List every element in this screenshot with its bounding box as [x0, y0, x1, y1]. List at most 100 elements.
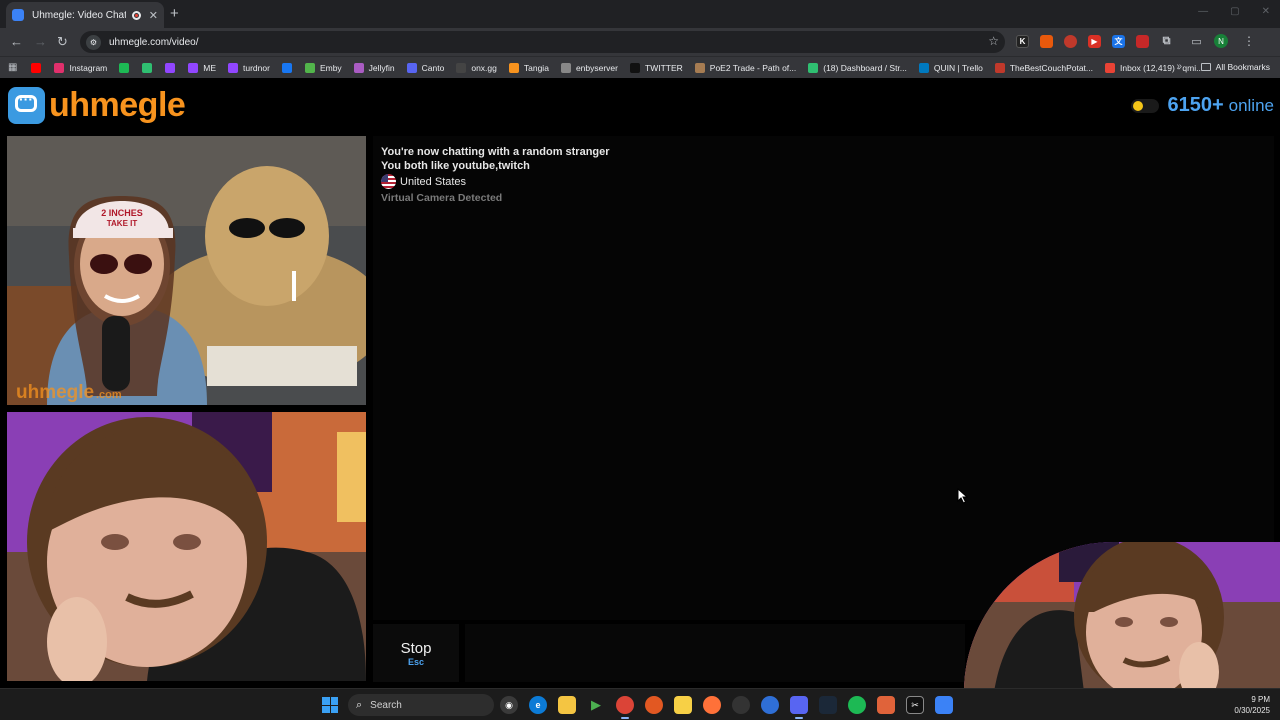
- bookmark-label: PoE2 Trade - Path of...: [709, 62, 797, 73]
- chat-status-message: You're now chatting with a random strang…: [381, 146, 610, 158]
- tab-close-button[interactable]: ✕: [149, 9, 158, 22]
- notepad-icon[interactable]: [935, 696, 953, 714]
- url-text[interactable]: uhmegle.com/video/: [109, 37, 199, 48]
- bookmark-label: Emby: [319, 62, 342, 73]
- bookmark-item[interactable]: (18) Dashboard / Str...: [808, 62, 907, 73]
- basketball-app-icon[interactable]: [645, 696, 663, 714]
- mouse-cursor-icon: [957, 488, 969, 504]
- bookmark-label: Jellyfin: [368, 62, 395, 73]
- bookmark-favicon-icon: [918, 62, 929, 73]
- site-info-icon[interactable]: ⚙: [86, 34, 101, 50]
- bookmark-item[interactable]: [165, 62, 180, 73]
- back-arrow-icon[interactable]: ←: [10, 34, 23, 50]
- online-count: 6150+: [1167, 94, 1224, 116]
- bookmark-item[interactable]: PoE2 Trade - Path of...: [694, 62, 797, 73]
- all-bookmarks-button[interactable]: All Bookmarks: [1200, 62, 1270, 72]
- bookmark-favicon-icon: [228, 62, 238, 73]
- app-blue-icon[interactable]: [761, 696, 779, 714]
- extensions-puzzle-icon[interactable]: ⧉: [1160, 35, 1173, 48]
- bookmark-item[interactable]: Tangia: [508, 62, 549, 73]
- bookmark-label: TWITTER: [645, 62, 683, 73]
- extension-translate-icon[interactable]: 文: [1112, 34, 1125, 48]
- discord-icon[interactable]: [790, 696, 808, 719]
- bookmark-item[interactable]: Instagram: [54, 62, 107, 73]
- reload-icon[interactable]: ↻: [57, 34, 68, 50]
- country-name: United States: [400, 175, 467, 188]
- browser-tab-uhmegle[interactable]: Uhmegle: Video Chat | Ran ✕: [6, 2, 164, 28]
- bookmark-label: enbyserver: [575, 62, 618, 73]
- us-flag-icon: [381, 174, 396, 189]
- bookmark-item[interactable]: [31, 62, 46, 73]
- stop-shortcut: Esc: [407, 656, 424, 667]
- spotify-icon[interactable]: [848, 696, 866, 714]
- windows-taskbar: ⌕ Search ◉ e ▶ ✂ 9 PM 0/30/2025: [0, 688, 1280, 720]
- window-close-icon[interactable]: ✕: [1262, 6, 1270, 17]
- bookmark-item[interactable]: onx.gg: [456, 62, 497, 73]
- sticky-notes-icon[interactable]: [674, 696, 692, 714]
- bookmark-item[interactable]: enbyserver: [560, 62, 618, 73]
- bookmark-favicon-icon: [630, 62, 640, 73]
- watermark: uhmegle: [16, 382, 94, 403]
- bookmark-item[interactable]: Jellyfin: [353, 62, 395, 73]
- stop-button[interactable]: Stop Esc: [373, 624, 459, 682]
- virtual-camera-notice: Virtual Camera Detected: [381, 192, 503, 204]
- windows-start-icon[interactable]: [322, 697, 338, 713]
- profile-avatar[interactable]: N: [1214, 34, 1228, 48]
- message-input[interactable]: [465, 624, 965, 682]
- address-bar[interactable]: ⚙ uhmegle.com/video/ ☆: [80, 31, 1005, 53]
- bookmark-item[interactable]: [281, 62, 297, 73]
- bookmark-favicon-icon: [406, 62, 417, 73]
- media-player-icon[interactable]: ▶: [587, 696, 605, 714]
- all-bookmarks-label: All Bookmarks: [1215, 62, 1270, 72]
- apps-grid-icon[interactable]: ▦: [8, 62, 17, 73]
- new-tab-button[interactable]: +: [170, 5, 179, 22]
- app-dark-icon[interactable]: [732, 696, 750, 714]
- bookmarks-bar: ▦ Instagram ME turdnor Emby Jellyfin Canto onx…: [0, 56, 1280, 78]
- taskbar-clock[interactable]: 9 PM 0/30/2025: [1234, 694, 1270, 716]
- bookmark-item[interactable]: ME: [188, 62, 216, 73]
- bookmark-item[interactable]: TheBestCouchPotat...: [994, 62, 1093, 73]
- stranger-country: United States: [381, 174, 466, 189]
- bookmark-favicon-icon: [304, 62, 315, 73]
- bookmark-item[interactable]: Canto: [406, 62, 444, 73]
- bookmark-item[interactable]: turdnor: [228, 62, 270, 73]
- extension-youtube-icon[interactable]: ▶: [1088, 34, 1101, 48]
- bookmark-favicon-icon: [54, 62, 65, 73]
- bookmark-item[interactable]: QUIN | Trello: [918, 62, 983, 73]
- extension-fox-icon[interactable]: [1040, 34, 1053, 48]
- bookmark-item[interactable]: TWITTER: [630, 62, 683, 73]
- bookmark-favicon-icon: [808, 62, 819, 73]
- logo-text: uhmegle: [49, 86, 186, 124]
- bookmark-item[interactable]: [142, 62, 157, 73]
- bookmark-item[interactable]: Inbox (12,419) - qmi...: [1105, 62, 1203, 73]
- bookmark-item[interactable]: Emby: [304, 62, 342, 73]
- capcut-icon[interactable]: ✂: [906, 696, 924, 714]
- bookmark-star-icon[interactable]: ☆: [988, 34, 999, 48]
- bookmark-item[interactable]: [119, 62, 134, 73]
- side-panel-icon[interactable]: ▭: [1190, 35, 1203, 48]
- steam-icon[interactable]: [819, 696, 837, 714]
- bookmark-favicon-icon: [994, 62, 1005, 73]
- firefox-icon[interactable]: [703, 696, 721, 714]
- window-controls: — ▢ ✕: [1198, 6, 1270, 17]
- app-orange-icon[interactable]: [877, 696, 895, 714]
- minimize-icon[interactable]: —: [1198, 6, 1208, 17]
- file-explorer-icon[interactable]: [558, 696, 576, 714]
- clock-date: 0/30/2025: [1234, 706, 1270, 715]
- obs-icon[interactable]: ◉: [500, 696, 518, 714]
- extension-red-icon[interactable]: [1136, 34, 1149, 48]
- forward-arrow-icon[interactable]: →: [34, 34, 47, 50]
- extension-record-icon[interactable]: [1064, 34, 1077, 48]
- browser-menu-icon[interactable]: ⋮: [1243, 34, 1255, 48]
- edge-icon[interactable]: e: [529, 696, 547, 714]
- chat-shared-interests: You both like youtube,twitch: [381, 160, 530, 172]
- taskbar-search[interactable]: ⌕ Search: [348, 694, 494, 716]
- maximize-icon[interactable]: ▢: [1230, 6, 1239, 17]
- bookmarks-overflow-icon[interactable]: »: [1176, 61, 1182, 72]
- uhmegle-logo[interactable]: uhmegle: [8, 86, 186, 125]
- chrome-icon[interactable]: [616, 696, 634, 719]
- theme-toggle[interactable]: [1131, 98, 1160, 113]
- bookmark-favicon-icon: [508, 62, 519, 73]
- extension-k-icon[interactable]: K: [1016, 34, 1029, 48]
- stranger-video-frame: 2 INCHES TAKE IT uhmegle .com: [7, 136, 366, 405]
